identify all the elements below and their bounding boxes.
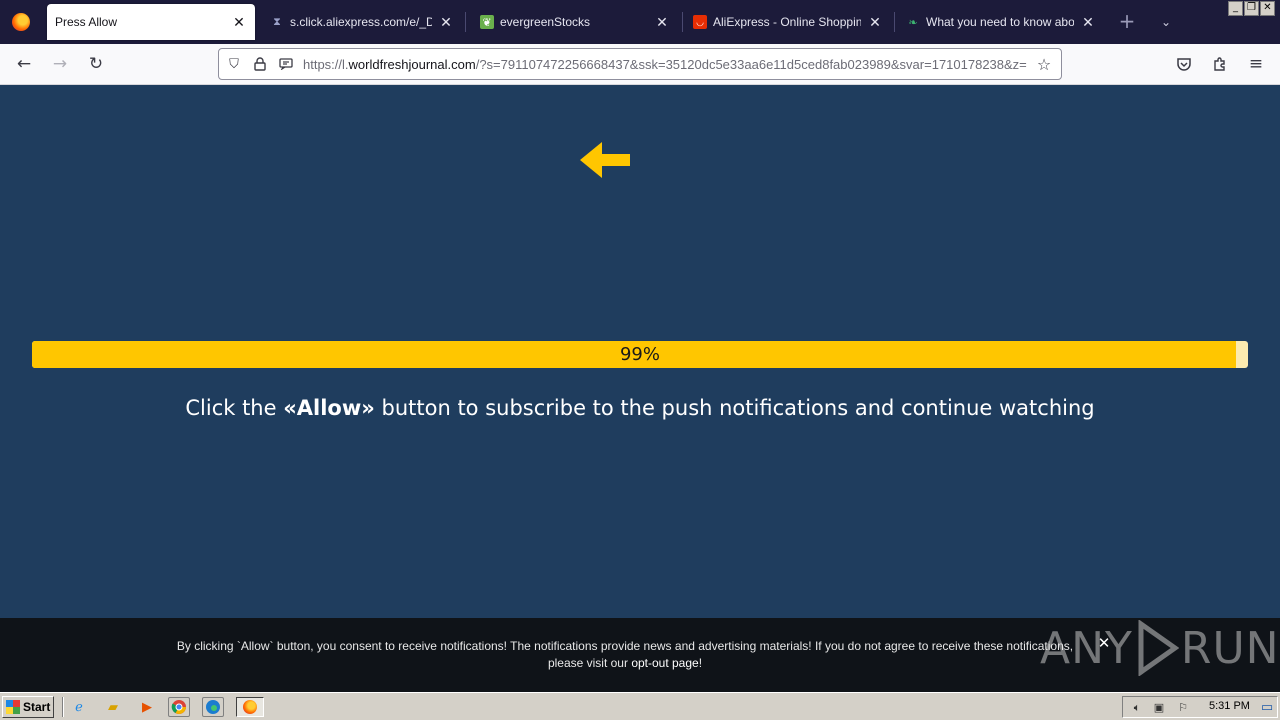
progress-percent: 99% (619, 344, 660, 365)
tab-press-allow[interactable]: Press Allow ✕ (47, 4, 255, 40)
tab-divider (894, 12, 895, 32)
back-button[interactable]: ← (12, 52, 36, 76)
taskbar-divider (62, 697, 64, 717)
close-tab-icon[interactable]: ✕ (231, 14, 247, 30)
address-bar[interactable]: ⛉ https://l.worldfreshjournal.com/?s=791… (218, 48, 1062, 80)
bookmark-star-icon[interactable]: ☆ (1033, 53, 1055, 75)
pocket-button[interactable] (1172, 52, 1196, 76)
internet-explorer-icon[interactable]: ℯ (68, 697, 90, 717)
url-path: /?s=791107472256668437&ssk=35120dc5e33aa… (475, 56, 1027, 72)
close-window-button[interactable]: ✕ (1260, 1, 1275, 16)
consent-banner: ANY RUN By clicking `Allow` button, you … (0, 618, 1280, 692)
headline-allow: «Allow» (283, 396, 375, 420)
action-center-flag-icon[interactable]: ⚐ (1175, 700, 1191, 715)
folder-icon[interactable]: ▰ (102, 697, 124, 717)
url-scheme: https://l. (303, 56, 349, 72)
aliexpress-favicon-icon: ◡ (693, 15, 707, 29)
close-tab-icon[interactable]: ✕ (1080, 14, 1096, 30)
network-icon[interactable]: ▣ (1151, 700, 1167, 715)
extensions-button[interactable] (1208, 52, 1232, 76)
chrome-icon[interactable] (168, 697, 190, 717)
consent-line: please visit our opt-out page! (150, 655, 1100, 672)
tab-divider (465, 12, 466, 32)
firefox-taskbar-button[interactable] (236, 697, 264, 717)
tab-evergreen-stocks[interactable]: ❦ evergreenStocks ✕ (472, 4, 678, 40)
close-tab-icon[interactable]: ✕ (654, 14, 670, 30)
close-tab-icon[interactable]: ✕ (438, 14, 454, 30)
firefox-view-button[interactable] (0, 0, 42, 44)
evergreen-favicon-icon: ❦ (480, 15, 494, 29)
media-player-icon[interactable]: ▶ (136, 697, 158, 717)
new-tab-button[interactable]: + (1116, 9, 1138, 33)
volume-icon[interactable]: 🔈︎ (1129, 700, 1145, 715)
windows-taskbar: Start ℯ ▰ ▶ 🔈︎ ▣ ⚐ 5:31 PM ▭ (0, 692, 1280, 720)
system-tray: 🔈︎ ▣ ⚐ 5:31 PM (1122, 696, 1278, 718)
minimize-button[interactable]: _ (1228, 1, 1243, 16)
shield-icon[interactable]: ⛉ (223, 53, 245, 75)
play-logo-icon (1138, 620, 1179, 676)
list-all-tabs-button[interactable]: ⌄ (1156, 12, 1176, 32)
tab-title: AliExpress - Online Shopping for (713, 15, 861, 29)
consent-text-part: ! (698, 656, 703, 670)
start-label: Start (23, 700, 51, 714)
close-consent-button[interactable]: ✕ (1096, 634, 1112, 652)
hourglass-icon: ⧗ (273, 15, 281, 28)
tab-title: Press Allow (55, 15, 118, 29)
headline-text: button to subscribe to the push notifica… (374, 396, 1095, 420)
tab-what-you-need[interactable]: ❧ What you need to know about t ✕ (898, 4, 1104, 40)
arrow-right-icon: → (52, 54, 68, 74)
opt-out-link[interactable]: opt-out page (631, 656, 698, 670)
tab-strip: Press Allow ✕ ⧗ s.click.aliexpress.com/e… (0, 0, 1280, 44)
firefox-icon (243, 700, 257, 714)
pocket-icon (1177, 57, 1191, 71)
page-content: 99% Click the «Allow» button to subscrib… (0, 85, 1280, 618)
page-headline: Click the «Allow» button to subscribe to… (0, 396, 1280, 420)
show-desktop-icon[interactable]: ▭ (1256, 697, 1278, 717)
reload-button[interactable]: ↻ (84, 52, 108, 76)
consent-text-part: please visit our (547, 656, 632, 670)
edge-icon[interactable] (202, 697, 224, 717)
hamburger-menu-icon: ≡ (1248, 54, 1264, 74)
progress-bar: 99% (32, 341, 1248, 368)
headline-text: Click the (185, 396, 284, 420)
tab-title: evergreenStocks (500, 15, 591, 29)
firefox-icon (12, 13, 30, 31)
permissions-icon[interactable] (275, 53, 297, 75)
url-text[interactable]: https://l.worldfreshjournal.com/?s=79110… (303, 57, 1031, 72)
tab-divider (682, 12, 683, 32)
puzzle-icon (1214, 57, 1225, 71)
consent-text: By clicking `Allow` button, you consent … (150, 638, 1100, 672)
tab-aliexpress-shopping[interactable]: ◡ AliExpress - Online Shopping for ✕ (685, 4, 891, 40)
tab-title: What you need to know about t (926, 15, 1074, 29)
arrow-left-icon: ← (16, 54, 32, 74)
watermark-text: RUN (1180, 622, 1280, 674)
close-tab-icon[interactable]: ✕ (867, 14, 883, 30)
reload-icon: ↻ (88, 54, 104, 74)
url-host: worldfreshjournal.com (348, 56, 476, 72)
forward-button[interactable]: → (48, 52, 72, 76)
tab-title: s.click.aliexpress.com/e/_DmK3J (290, 15, 432, 29)
leaf-favicon-icon: ❧ (908, 16, 918, 29)
chevron-down-icon: ⌄ (1160, 15, 1172, 29)
tab-aliexpress-link[interactable]: ⧗ s.click.aliexpress.com/e/_DmK3J ✕ (262, 4, 462, 40)
windows-logo-icon (6, 700, 20, 714)
start-button[interactable]: Start (2, 696, 54, 718)
arrow-left-pointer-icon (580, 142, 630, 178)
app-menu-button[interactable]: ≡ (1244, 52, 1268, 76)
restore-button[interactable]: ❐ (1244, 1, 1259, 16)
lock-icon[interactable] (249, 53, 271, 75)
navigation-toolbar: ← → ↻ ⛉ https://l.worldfreshjournal.com/… (0, 44, 1280, 85)
clock[interactable]: 5:31 PM (1209, 700, 1250, 712)
consent-line: By clicking `Allow` button, you consent … (176, 639, 1074, 653)
